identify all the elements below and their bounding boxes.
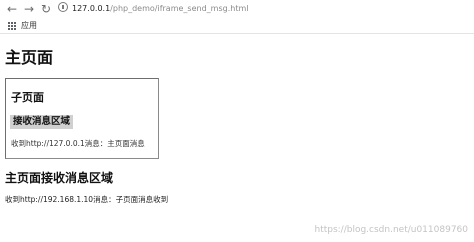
reload-icon[interactable]: ↻: [39, 2, 53, 16]
back-arrow-icon[interactable]: ←: [5, 2, 19, 16]
bookmarks-bar: 应用: [0, 19, 474, 34]
address-bar[interactable]: 127.0.0.1/php_demo/iframe_send_msg.html: [58, 2, 458, 16]
child-iframe: 子页面 接收消息区域 收到http://127.0.0.1消息：主页面消息: [5, 78, 159, 159]
main-receive-heading: 主页面接收消息区域: [5, 171, 114, 185]
iframe-received-message: 收到http://127.0.0.1消息：主页面消息: [11, 139, 145, 148]
page-title: 主页面: [5, 48, 54, 67]
main-received-message: 收到http://192.168.1.10消息：子页面消息收到: [5, 195, 169, 204]
iframe-title: 子页面: [11, 91, 44, 104]
forward-arrow-icon[interactable]: →: [22, 2, 36, 16]
address-host: 127.0.0.1: [72, 4, 111, 13]
apps-grid-icon[interactable]: [8, 22, 16, 30]
info-icon[interactable]: [58, 2, 68, 12]
watermark: https://blog.csdn.net/u011089760: [314, 225, 468, 235]
browser-toolbar: ← → ↻ 127.0.0.1/php_demo/iframe_send_msg…: [0, 0, 474, 19]
apps-bookmark-label[interactable]: 应用: [21, 20, 37, 32]
iframe-receive-heading: 接收消息区域: [10, 115, 74, 129]
address-path: /php_demo/iframe_send_msg.html: [110, 4, 249, 13]
